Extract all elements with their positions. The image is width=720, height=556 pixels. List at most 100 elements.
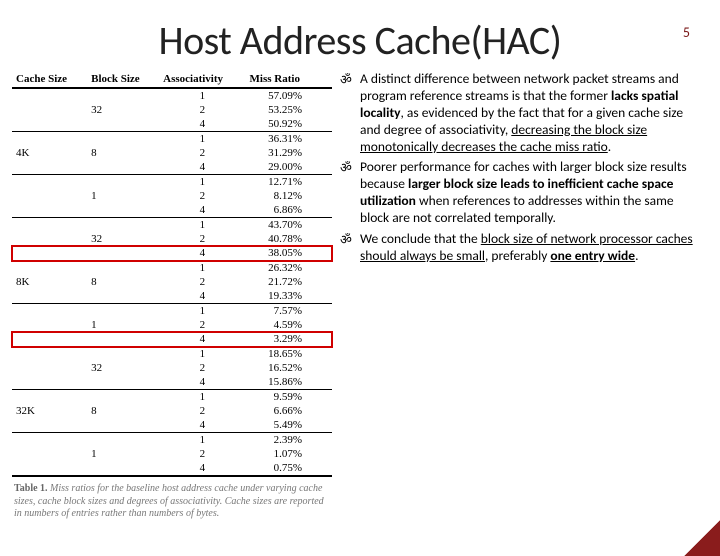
table-row: 40.75% bbox=[12, 461, 332, 476]
table-cell bbox=[12, 375, 87, 390]
table-cell: 7.57% bbox=[246, 304, 332, 319]
table-row: 112.71% bbox=[12, 175, 332, 190]
table-row: 128.12% bbox=[12, 189, 332, 203]
table-cell: 32 bbox=[87, 232, 159, 246]
table-cell bbox=[12, 88, 87, 103]
bullet-text: , preferably bbox=[485, 247, 550, 264]
table-row: 118.65% bbox=[12, 347, 332, 362]
table-cell: 4 bbox=[159, 203, 245, 218]
table-cell: 12.71% bbox=[246, 175, 332, 190]
bullet-panel: ॐ A distinct difference between network … bbox=[340, 71, 702, 521]
table-cell bbox=[87, 261, 159, 276]
table-cell: 57.09% bbox=[246, 88, 332, 103]
miss-ratio-table: Cache Size Block Size Associativity Miss… bbox=[12, 71, 332, 477]
table-cell bbox=[12, 461, 87, 476]
table-cell bbox=[12, 203, 87, 218]
table-cell: 32 bbox=[87, 361, 159, 375]
table-cell bbox=[87, 461, 159, 476]
table-cell bbox=[87, 375, 159, 390]
table-row: 43.29% bbox=[12, 332, 332, 347]
table-cell: 8 bbox=[87, 275, 159, 289]
table-cell: 21.72% bbox=[246, 275, 332, 289]
table-cell: 2.39% bbox=[246, 433, 332, 448]
table-cell bbox=[87, 132, 159, 147]
table-row: 143.70% bbox=[12, 218, 332, 233]
table-cell bbox=[87, 289, 159, 304]
table-cell bbox=[12, 433, 87, 448]
table-cell bbox=[12, 218, 87, 233]
table-cell: 1.07% bbox=[246, 447, 332, 461]
table-row: 124.59% bbox=[12, 318, 332, 332]
table-cell bbox=[12, 132, 87, 147]
table-cell bbox=[12, 361, 87, 375]
table-cell: 1 bbox=[159, 88, 245, 103]
table-cell bbox=[87, 175, 159, 190]
table-cell: 4 bbox=[159, 375, 245, 390]
table-cell: 29.00% bbox=[246, 160, 332, 175]
table-row: 136.31% bbox=[12, 132, 332, 147]
table-cell bbox=[12, 103, 87, 117]
bullet-2: ॐ Poorer performance for caches with lar… bbox=[340, 159, 702, 227]
table-cell: 18.65% bbox=[246, 347, 332, 362]
table-cell: 5.49% bbox=[246, 418, 332, 433]
table-cell: 2 bbox=[159, 404, 245, 418]
table-cell bbox=[12, 175, 87, 190]
table-cell: 1 bbox=[87, 447, 159, 461]
table-cell: 6.86% bbox=[246, 203, 332, 218]
table-cell: 2 bbox=[159, 189, 245, 203]
table-cell: 2 bbox=[159, 447, 245, 461]
table-cell bbox=[12, 117, 87, 132]
table-cell bbox=[12, 160, 87, 175]
bullet-icon: ॐ bbox=[340, 233, 352, 249]
table-cell bbox=[87, 218, 159, 233]
table-cell bbox=[12, 418, 87, 433]
table-cell: 4K bbox=[12, 146, 87, 160]
table-cell: 43.70% bbox=[246, 218, 332, 233]
table-cell: 9.59% bbox=[246, 390, 332, 405]
table-cell bbox=[12, 332, 87, 347]
table-cell: 1 bbox=[159, 132, 245, 147]
table-cell: 1 bbox=[159, 218, 245, 233]
table-cell: 2 bbox=[159, 275, 245, 289]
table-header-row: Cache Size Block Size Associativity Miss… bbox=[12, 71, 332, 88]
table-cell: 31.29% bbox=[246, 146, 332, 160]
table-cell: 8 bbox=[87, 404, 159, 418]
table-cell bbox=[87, 117, 159, 132]
table-row: 415.86% bbox=[12, 375, 332, 390]
table-cell: 2 bbox=[159, 232, 245, 246]
table-cell bbox=[12, 390, 87, 405]
table-cell: 4 bbox=[159, 461, 245, 476]
table-cell: 2 bbox=[159, 361, 245, 375]
content-row: Cache Size Block Size Associativity Miss… bbox=[0, 71, 720, 521]
table-cell bbox=[87, 433, 159, 448]
table-row: 419.33% bbox=[12, 289, 332, 304]
table-cell: 1 bbox=[159, 433, 245, 448]
page-number: 5 bbox=[683, 24, 690, 41]
table-cell: 4 bbox=[159, 160, 245, 175]
table-cell: 4 bbox=[159, 418, 245, 433]
table-cell bbox=[12, 318, 87, 332]
table-cell bbox=[87, 160, 159, 175]
table-cell: 2 bbox=[159, 318, 245, 332]
table-cell bbox=[87, 347, 159, 362]
caption-label: Table 1. bbox=[14, 483, 48, 494]
table-row: 19.59% bbox=[12, 390, 332, 405]
table-row: 12.39% bbox=[12, 433, 332, 448]
table-row: 32240.78% bbox=[12, 232, 332, 246]
table-panel: Cache Size Block Size Associativity Miss… bbox=[12, 71, 332, 521]
page-title: Host Address Cache(HAC) bbox=[0, 16, 720, 65]
table-cell: 1 bbox=[159, 390, 245, 405]
caption-text: Miss ratios for the baseline host addres… bbox=[14, 483, 324, 519]
table-cell: 1 bbox=[159, 261, 245, 276]
col-associativity: Associativity bbox=[159, 71, 245, 88]
bullet-text: . bbox=[608, 138, 611, 155]
table-cell bbox=[87, 304, 159, 319]
table-cell bbox=[12, 447, 87, 461]
bullet-bold-underline: one entry wide bbox=[550, 247, 635, 264]
table-cell bbox=[12, 304, 87, 319]
table-row: 17.57% bbox=[12, 304, 332, 319]
table-cell bbox=[12, 347, 87, 362]
table-cell bbox=[87, 390, 159, 405]
table-row: 8K8221.72% bbox=[12, 275, 332, 289]
table-cell: 53.25% bbox=[246, 103, 332, 117]
